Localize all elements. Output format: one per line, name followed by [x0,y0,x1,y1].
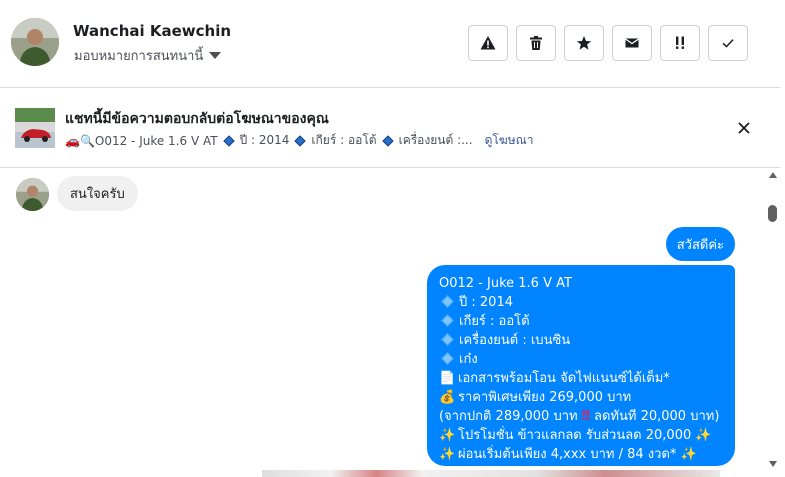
close-banner-button[interactable] [734,118,754,138]
message-line-text: เก๋ง [459,352,478,367]
small-blue-diamond-icon [441,295,454,308]
message-line-text: (จากปกติ 289,000 บาท [439,409,578,424]
caret-down-icon [209,52,222,59]
conversation-actions [468,25,748,61]
double-exclamation-icon [676,36,684,49]
sparkles-icon: ✨ [439,447,456,462]
ad-reply-banner: แชทนี้มีข้อความตอบกลับต่อโฆษณาของคุณ 🚗🔍O… [0,88,780,168]
blue-diamond-icon [222,134,235,147]
assign-conversation-dropdown[interactable]: มอบหมายการสนทนานี้ [74,45,222,66]
ad-summary-title: 🚗🔍O012 - Juke 1.6 V AT [65,133,218,148]
delete-button[interactable] [516,25,556,61]
contact-name[interactable]: Wanchai Kaewchin [73,22,231,40]
message-line: ปี : 2014 [439,293,735,312]
ad-summary-year: ปี : 2014 [239,133,290,147]
message-line-text: ผ่อนเริ่มต้นเพียง 4,xxx บาท / 84 งวด* [458,447,677,462]
message-line: ✨ โปรโมชั่น ข้าวแลกลด รับส่วนลด 20,000 ✨ [439,426,735,445]
view-ad-link[interactable]: ดูโฆษณา [485,131,534,150]
message-line: 💰 ราคาพิเศษเพียง 269,000 บาท [439,388,735,407]
outgoing-message-ad-details[interactable]: O012 - Juke 1.6 V AT ปี : 2014 เกียร์ : … [427,265,735,466]
scroll-up-arrow-icon[interactable] [769,172,777,178]
message-line-text: ลดทันที 20,000 บาท) [594,409,720,424]
message-line-text: เครื่องยนต์ : เบนซิน [459,333,571,348]
incoming-message[interactable]: สนใจครับ [57,176,138,211]
mark-done-button[interactable] [708,25,748,61]
small-blue-diamond-icon [441,333,454,346]
outgoing-message[interactable]: สวัสดีค่ะ [665,227,735,261]
envelope-icon [625,38,639,48]
banner-title: แชทนี้มีข้อความตอบกลับต่อโฆษณาของคุณ [65,111,329,127]
double-exclamation-emoji-icon: ‼ [581,409,590,424]
message-line-text: เอกสารพร้อมโอน จัดไฟแนนซ์ได้เต็ม* [458,371,670,386]
trash-icon [530,36,542,50]
message-line: เก๋ง [439,350,735,369]
sender-avatar [16,178,49,211]
message-line: 📄 เอกสารพร้อมโอน จัดไฟแนนซ์ได้เต็ม* [439,369,735,388]
mark-spam-button[interactable] [468,25,508,61]
message-line-text: โปรโมชั่น ข้าวแลกลด รับส่วนลด 20,000 [458,428,692,443]
sparkles-icon: ✨ [695,428,712,443]
star-button[interactable] [564,25,604,61]
blue-diamond-icon [294,134,307,147]
message-line: O012 - Juke 1.6 V AT [439,276,572,291]
money-bag-icon: 💰 [439,390,456,405]
sparkles-icon: ✨ [680,447,697,462]
star-icon [576,36,592,50]
message-scrollbar[interactable] [766,168,780,477]
message-line-text: ปี : 2014 [459,295,513,310]
scrollbar-thumb[interactable] [768,205,777,222]
ad-thumbnail[interactable] [15,108,55,148]
follow-up-button[interactable] [660,25,700,61]
close-icon [738,122,750,134]
scroll-down-arrow-icon[interactable] [769,461,777,467]
mark-unread-button[interactable] [612,25,652,61]
banner-ad-summary: 🚗🔍O012 - Juke 1.6 V AT ปี : 2014 เกียร์ … [65,131,534,150]
message-line: เครื่องยนต์ : เบนซิน [439,331,735,350]
blue-diamond-icon [381,134,394,147]
sparkles-icon: ✨ [439,428,456,443]
small-blue-diamond-icon [441,352,454,365]
warning-icon [480,36,496,50]
next-attachment-preview [262,470,720,477]
message-line: (จากปกติ 289,000 บาท ‼ ลดทันที 20,000 บา… [439,407,735,426]
message-line: ✨ ผ่อนเริ่มต้นเพียง 4,xxx บาท / 84 งวด* ✨ [439,445,735,464]
small-blue-diamond-icon [441,314,454,327]
contact-avatar[interactable] [11,18,59,66]
message-line: เกียร์ : ออโต้ [439,312,735,331]
ad-summary-gear: เกียร์ : ออโต้ [311,133,377,147]
message-line-text: เกียร์ : ออโต้ [459,314,530,329]
document-icon: 📄 [439,371,456,386]
assign-label: มอบหมายการสนทนานี้ [74,49,204,64]
ad-summary-engine: เครื่องยนต์ :... [398,133,473,147]
message-line-text: ราคาพิเศษเพียง 269,000 บาท [458,390,632,405]
conversation-header: Wanchai Kaewchin มอบหมายการสนทนานี้ [0,0,780,88]
check-icon [722,39,734,48]
